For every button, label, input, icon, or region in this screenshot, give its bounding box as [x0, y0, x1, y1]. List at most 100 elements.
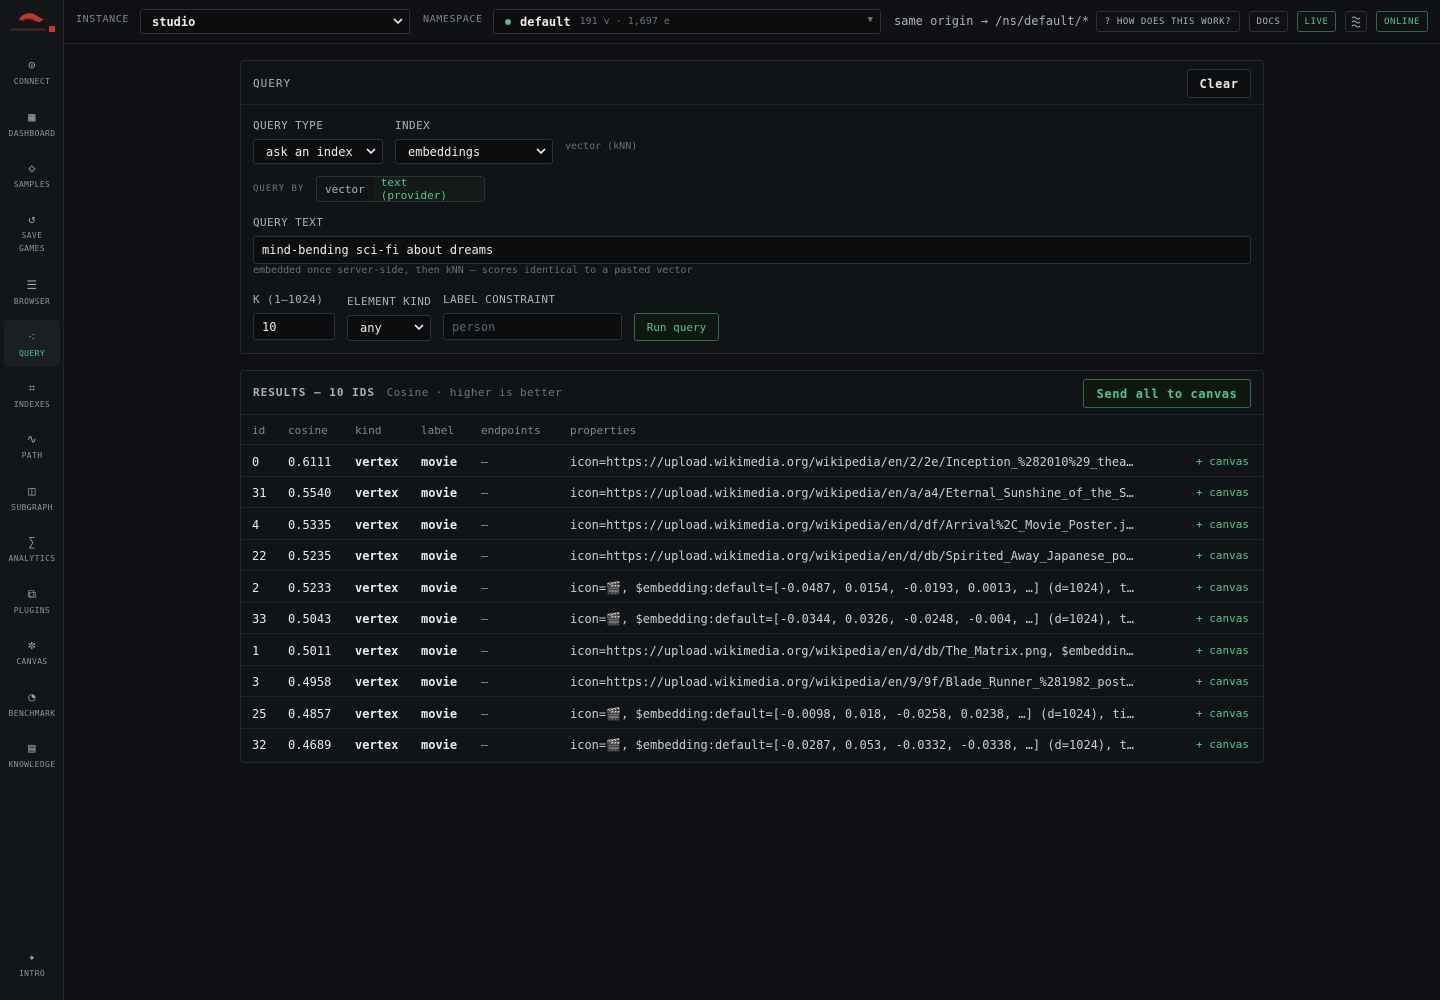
sidebar-item-plugins[interactable]: ⧉ PLUGINS: [4, 587, 60, 617]
cell-endpoints: —: [481, 455, 489, 469]
col-kind[interactable]: kind: [355, 424, 382, 437]
cell-id: 2: [252, 581, 260, 595]
add-to-canvas-button[interactable]: + canvas: [1196, 549, 1249, 562]
add-to-canvas-button[interactable]: + canvas: [1196, 455, 1249, 468]
table-row[interactable]: 4 0.5335 vertex movie — icon=https://upload.w…: [241, 509, 1263, 540]
query-by-text[interactable]: text (provider): [372, 176, 484, 202]
add-to-canvas-button[interactable]: + canvas: [1196, 644, 1249, 657]
cell-label: movie: [421, 612, 458, 626]
cell-properties: icon=🎬, $embedding:default=[-0.0098, 0.0…: [570, 707, 1135, 721]
results-title: RESULTS — 10 IDS Cosine · higher is bett…: [253, 386, 562, 399]
col-properties[interactable]: properties: [570, 424, 636, 437]
table-row[interactable]: 0 0.6111 vertex movie — icon=https://upload.w…: [241, 446, 1263, 477]
table-row[interactable]: 3 0.4958 vertex movie — icon=https://upload.w…: [241, 666, 1263, 697]
k-input[interactable]: 10: [253, 313, 335, 340]
knowledge-icon: ▤: [28, 741, 36, 755]
query-text-input[interactable]: mind-bending sci-fi about dreams: [253, 236, 1251, 264]
add-to-canvas-button[interactable]: + canvas: [1196, 707, 1249, 720]
sidebar: ⊙ CONNECT ▦ DASHBOARD ◇ SAMPLES ↺ SAVE G…: [0, 0, 64, 1000]
table-row[interactable]: 32 0.4689 vertex movie — icon=🎬, $embedding:d…: [241, 729, 1263, 760]
cell-cosine: 0.4857: [288, 707, 332, 721]
chevron-down-icon: [393, 18, 403, 25]
cell-id: 3: [252, 675, 260, 689]
cell-endpoints: —: [481, 518, 489, 532]
label-constraint-input[interactable]: person: [443, 313, 622, 340]
cell-label: movie: [421, 644, 458, 658]
instance-label: INSTANCE: [76, 14, 129, 25]
add-to-canvas-button[interactable]: + canvas: [1196, 738, 1249, 751]
add-to-canvas-button[interactable]: + canvas: [1196, 675, 1249, 688]
sidebar-item-canvas[interactable]: ✼ CANVAS: [4, 638, 60, 668]
help-button[interactable]: ? HOW DOES THIS WORK?: [1096, 11, 1240, 32]
cell-kind: vertex: [355, 738, 399, 752]
cell-cosine: 0.4689: [288, 738, 332, 752]
cell-kind: vertex: [355, 455, 399, 469]
element-kind-value: any: [360, 321, 382, 335]
col-cosine[interactable]: cosine: [288, 424, 328, 437]
query-by-vector[interactable]: vector: [317, 177, 373, 201]
cell-properties: icon=🎬, $embedding:default=[-0.0487, 0.0…: [570, 581, 1135, 595]
col-label[interactable]: label: [421, 424, 454, 437]
app-logo[interactable]: [7, 8, 57, 34]
status-dot-icon: [505, 18, 511, 25]
table-row[interactable]: 31 0.5540 vertex movie — icon=https://upload.…: [241, 477, 1263, 508]
table-row[interactable]: 22 0.5235 vertex movie — icon=https://upload.…: [241, 540, 1263, 571]
table-row[interactable]: 33 0.5043 vertex movie — icon=🎬, $embedding:d…: [241, 603, 1263, 634]
run-query-button[interactable]: Run query: [634, 313, 719, 341]
add-to-canvas-button[interactable]: + canvas: [1196, 486, 1249, 499]
sigma-icon: ∑: [28, 535, 36, 549]
query-panel-header: QUERY Clear: [241, 61, 1263, 105]
cell-properties: icon=🎬, $embedding:default=[-0.0344, 0.0…: [570, 612, 1135, 626]
cell-properties: icon=https://upload.wikimedia.org/wikipe…: [570, 518, 1135, 532]
cell-id: 25: [252, 707, 267, 721]
add-to-canvas-button[interactable]: + canvas: [1196, 612, 1249, 625]
table-row[interactable]: 1 0.5011 vertex movie — icon=https://upload.w…: [241, 635, 1263, 666]
sidebar-item-knowledge[interactable]: ▤ KNOWLEDGE: [4, 741, 60, 771]
send-all-to-canvas-button[interactable]: Send all to canvas: [1083, 379, 1251, 408]
sidebar-item-samples[interactable]: ◇ SAMPLES: [4, 161, 60, 191]
sidebar-item-intro[interactable]: ✦ INTRO: [4, 950, 60, 980]
live-toggle[interactable]: LIVE: [1297, 11, 1336, 32]
sidebar-item-connect[interactable]: ⊙ CONNECT: [4, 58, 60, 88]
namespace-select[interactable]: default 191 v · 1,697 e ▼: [493, 9, 881, 34]
cell-label: movie: [421, 518, 458, 532]
instance-select[interactable]: studio: [140, 9, 410, 34]
cell-kind: vertex: [355, 644, 399, 658]
cell-endpoints: —: [481, 612, 489, 626]
namespace-value: default: [520, 14, 571, 29]
clear-button[interactable]: Clear: [1187, 69, 1251, 98]
sidebar-item-browser[interactable]: ☰ BROWSER: [4, 278, 60, 308]
cell-endpoints: —: [481, 581, 489, 595]
samples-icon: ◇: [28, 161, 36, 175]
cell-endpoints: —: [481, 707, 489, 721]
cell-id: 31: [252, 486, 267, 500]
query-by-label: QUERY BY: [253, 184, 305, 194]
theme-toggle[interactable]: [1345, 11, 1367, 32]
add-to-canvas-button[interactable]: + canvas: [1196, 581, 1249, 594]
sidebar-item-indexes[interactable]: ⌗ INDEXES: [4, 381, 60, 411]
chevron-down-icon: [366, 148, 376, 155]
cell-id: 0: [252, 455, 260, 469]
caret-down-icon: ▼: [867, 15, 873, 25]
sidebar-item-label: BROWSER: [13, 297, 51, 306]
sidebar-item-benchmark[interactable]: ◔ BENCHMARK: [4, 690, 60, 720]
element-kind-select[interactable]: any: [347, 315, 431, 341]
index-select[interactable]: embeddings: [395, 139, 553, 164]
sidebar-item-path[interactable]: ∿ PATH: [4, 432, 60, 462]
query-type-select[interactable]: ask an index: [253, 139, 383, 164]
sidebar-item-label: KNOWLEDGE: [8, 760, 56, 769]
table-row[interactable]: 2 0.5233 vertex movie — icon=🎬, $embedding:de…: [241, 572, 1263, 603]
indexes-icon: ⌗: [28, 381, 36, 395]
sidebar-item-subgraph[interactable]: ◫ SUBGRAPH: [4, 484, 60, 514]
col-id[interactable]: id: [252, 424, 265, 437]
sidebar-item-save-games[interactable]: ↺ SAVE GAMES: [4, 212, 60, 255]
namespace-label: NAMESPACE: [423, 14, 483, 25]
sidebar-item-dashboard[interactable]: ▦ DASHBOARD: [4, 110, 60, 140]
k-label: K (1–1024): [253, 293, 324, 306]
col-endpoints[interactable]: endpoints: [481, 424, 541, 437]
sidebar-item-analytics[interactable]: ∑ ANALYTICS: [4, 535, 60, 565]
sidebar-item-query[interactable]: ⁖ QUERY: [4, 320, 60, 367]
table-row[interactable]: 25 0.4857 vertex movie — icon=🎬, $embedding:d…: [241, 698, 1263, 729]
add-to-canvas-button[interactable]: + canvas: [1196, 518, 1249, 531]
docs-button[interactable]: DOCS: [1249, 11, 1288, 32]
